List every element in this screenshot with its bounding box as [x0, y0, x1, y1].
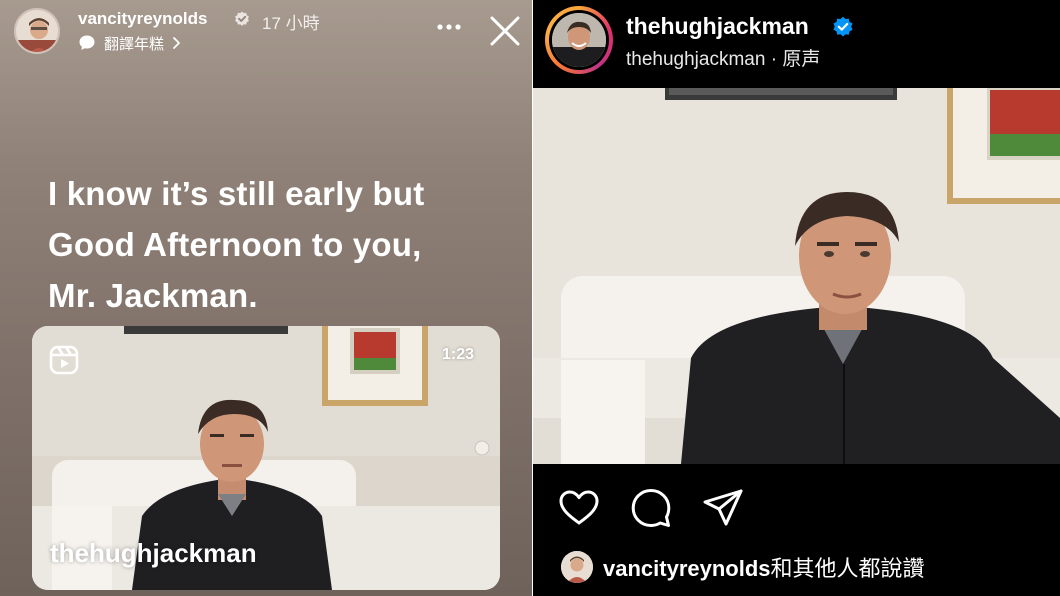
send-icon[interactable]: [701, 486, 745, 530]
translate-link[interactable]: 翻譯年糕: [78, 32, 182, 54]
shared-reel-card[interactable]: 1:23 thehughjackman: [32, 326, 500, 590]
reel-username: thehughjackman: [50, 538, 257, 568]
avatar-image: [552, 13, 606, 67]
liker-username[interactable]: vancityreynolds: [603, 556, 771, 581]
story-username[interactable]: vancityreynolds: [78, 9, 207, 29]
caption-line: I know it’s still early but: [48, 175, 425, 212]
chevron-right-icon: [173, 37, 180, 49]
chat-bubble-icon: [79, 35, 95, 50]
caption-line: Mr. Jackman.: [48, 277, 258, 314]
reels-icon: [49, 345, 79, 375]
story-panel: vancityreynolds 17 小時 翻譯年糕 I know it’s s…: [0, 0, 532, 596]
video-frame: [533, 88, 1060, 464]
liked-by-suffix: 和其他人都說讚: [770, 556, 925, 581]
story-avatar[interactable]: [14, 8, 60, 54]
translate-label: 翻譯年糕: [104, 35, 165, 53]
audio-source[interactable]: thehughjackman · 原声: [626, 44, 820, 71]
comment-icon[interactable]: [629, 486, 673, 530]
reel-duration: 1:23: [442, 346, 475, 363]
post-username[interactable]: thehughjackman: [626, 13, 809, 40]
verified-badge-icon: [235, 11, 249, 26]
close-icon[interactable]: [488, 14, 522, 48]
story-time: 17 小時: [262, 14, 320, 33]
liker-avatar: [561, 551, 593, 583]
post-video[interactable]: [533, 88, 1060, 464]
more-dots-icon[interactable]: [436, 22, 462, 32]
post-avatar[interactable]: [545, 6, 613, 74]
heart-icon[interactable]: [557, 486, 601, 530]
verified-badge-icon: [833, 16, 853, 37]
caption-line: Good Afternoon to you,: [48, 226, 422, 263]
liked-by[interactable]: vancityreynolds和其他人都說讚: [561, 550, 925, 584]
story-caption: I know it’s still early but Good Afterno…: [48, 168, 518, 321]
post-panel: thehughjackman thehughjackman · 原声 vanci…: [533, 0, 1060, 596]
